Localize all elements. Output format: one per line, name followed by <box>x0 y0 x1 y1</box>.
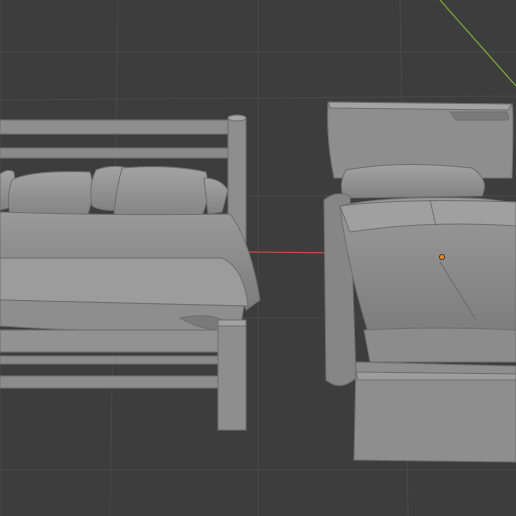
3d-viewport[interactable] <box>0 0 516 516</box>
y-axis-line <box>439 0 516 87</box>
double-bed[interactable] <box>0 114 261 431</box>
object-origin-point[interactable] <box>438 253 445 260</box>
viewport-canvas[interactable] <box>0 0 516 516</box>
single-bed[interactable] <box>323 101 516 463</box>
